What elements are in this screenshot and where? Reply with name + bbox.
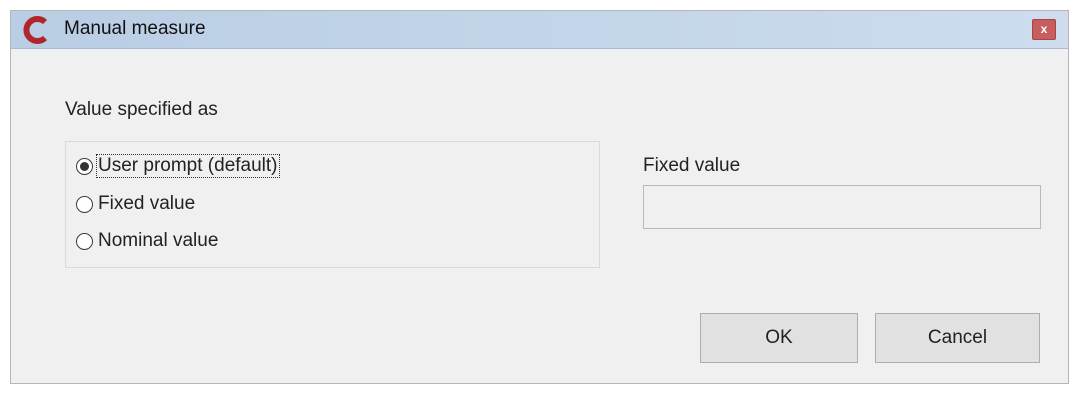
value-specified-label: Value specified as <box>65 99 218 120</box>
window-title: Manual measure <box>64 18 206 39</box>
radio-label-fixed-value: Fixed value <box>98 193 196 214</box>
c-logo-icon <box>23 16 48 44</box>
manual-measure-dialog: Manual measure x Value specified as User… <box>10 10 1069 384</box>
close-button[interactable]: x <box>1032 19 1056 40</box>
ok-button[interactable]: OK <box>700 313 858 363</box>
radio-button-unchecked[interactable] <box>76 232 93 250</box>
value-spec-radio-group: User prompt (default) Fixed value Nomina… <box>65 141 600 268</box>
radio-button-checked[interactable] <box>76 157 93 175</box>
fixed-value-label: Fixed value <box>643 155 741 176</box>
radio-label-user-prompt: User prompt (default) <box>96 154 280 178</box>
radio-nominal-value[interactable]: Nominal value <box>76 228 219 254</box>
fixed-value-input[interactable] <box>643 185 1041 229</box>
radio-fixed-value[interactable]: Fixed value <box>76 191 196 217</box>
radio-button-unchecked[interactable] <box>76 195 93 213</box>
title-bar[interactable]: Manual measure x <box>11 11 1068 49</box>
radio-user-prompt[interactable]: User prompt (default) <box>76 153 280 179</box>
radio-label-nominal-value: Nominal value <box>98 230 219 251</box>
cancel-button[interactable]: Cancel <box>875 313 1040 363</box>
